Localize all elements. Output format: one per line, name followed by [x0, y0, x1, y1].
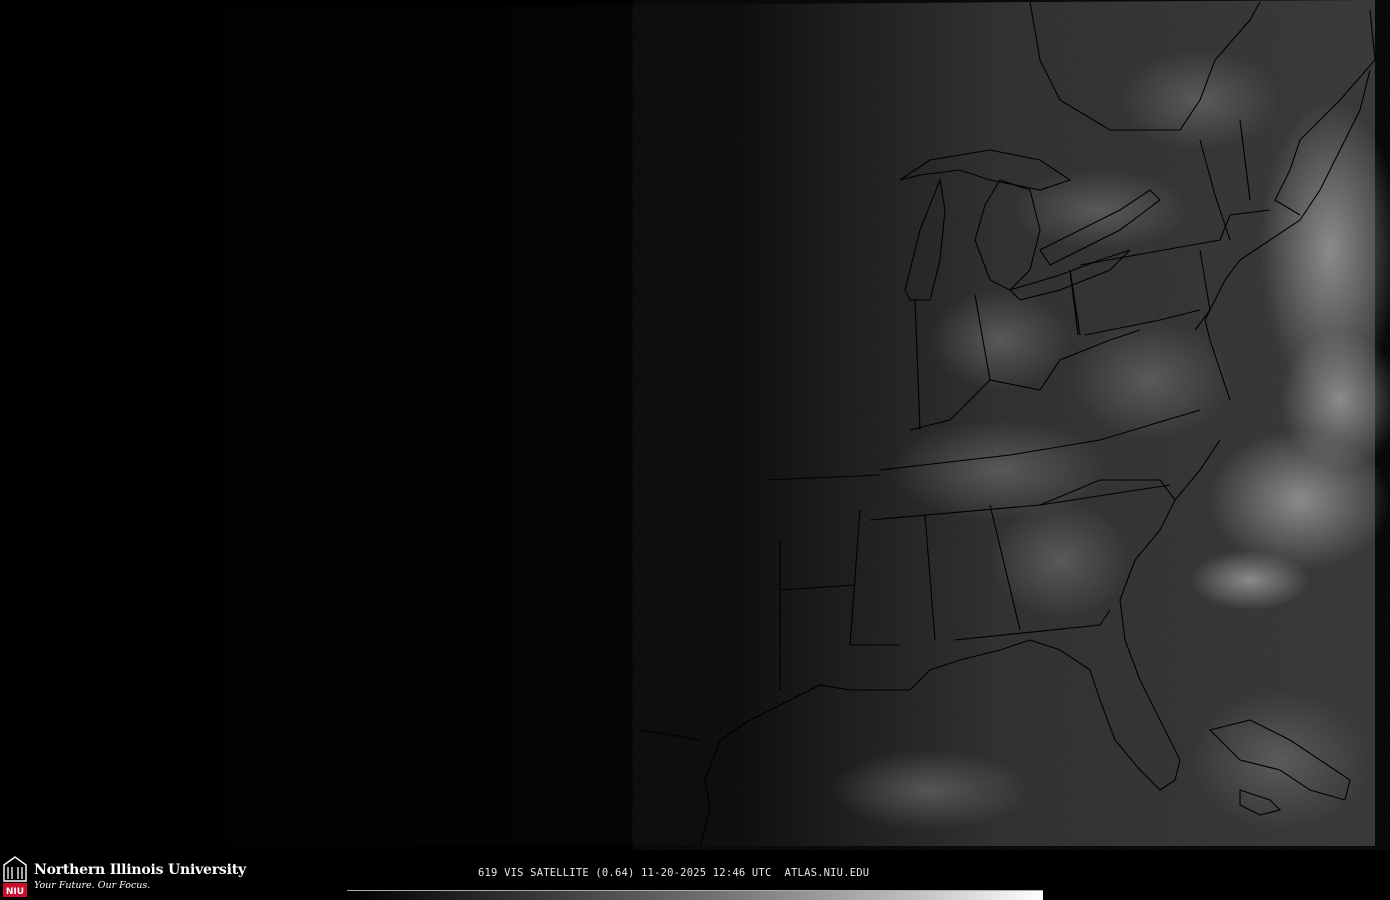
satellite-map [0, 0, 1390, 850]
university-tagline: Your Future. Our Focus. [34, 880, 151, 891]
grayscale-colorbar [347, 890, 1043, 900]
niu-shield-icon: NIU [3, 856, 27, 897]
niu-logo-letters: NIU [6, 887, 24, 897]
university-name: Northern Illinois University [34, 862, 246, 878]
image-caption: 619 VIS SATELLITE (0.64) 11-20-2025 12:4… [478, 867, 870, 879]
niu-logo[interactable]: NIU Northern Illinois University Your Fu… [2, 855, 246, 899]
